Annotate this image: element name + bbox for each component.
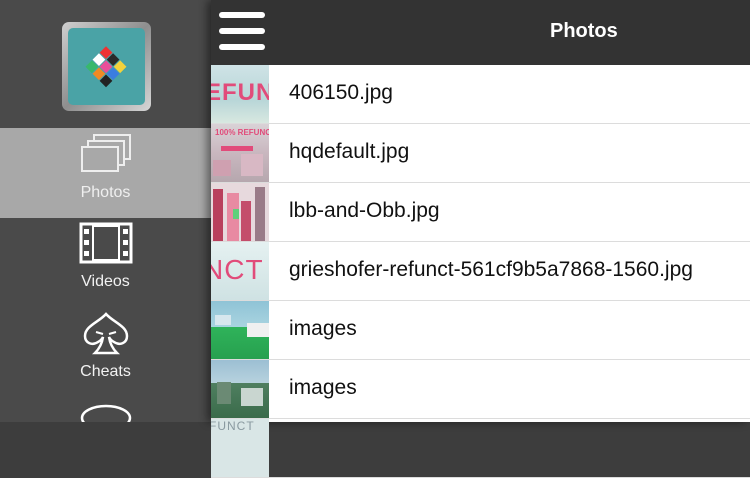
chat-bubble-icon: [79, 402, 133, 444]
page-title: Photos: [550, 20, 618, 42]
file-name: lbb-and-Obb.jpg: [289, 199, 440, 222]
file-name: grieshofer-refunct-561cf9b5a7868-1560.jp…: [289, 258, 693, 281]
file-name: 406150.jpg: [289, 81, 393, 104]
thumbnail: EFUNC: [211, 65, 269, 123]
sidebar-item-label: Cheats: [80, 363, 131, 380]
film-icon: [79, 222, 133, 264]
header: Photos: [211, 0, 750, 65]
main-panel: Photos EFUNC 406150.jpg 100% REFUNCT hqd…: [211, 0, 750, 478]
list-item[interactable]: NCT grieshofer-refunct-561cf9b5a7868-156…: [211, 242, 750, 301]
app-icon[interactable]: [62, 22, 151, 111]
file-name: images: [289, 317, 357, 340]
list-item[interactable]: EFUNC 406150.jpg: [211, 65, 750, 124]
sidebar-item-videos[interactable]: Videos: [0, 218, 211, 308]
list-item[interactable]: images: [211, 301, 750, 360]
thumbnail: 100% REFUNCT: [211, 124, 269, 182]
thumbnail: FUNCT: [211, 419, 269, 477]
thumbnail: [211, 360, 269, 418]
thumbnail: NCT: [211, 242, 269, 300]
spade-icon: [79, 312, 133, 355]
thumbnail: [211, 183, 269, 241]
thumbnail: [211, 301, 269, 359]
thumbnail-text: 100% REFUNCT: [215, 128, 269, 137]
file-name: hqdefault.jpg: [289, 140, 410, 163]
sidebar-item-chat[interactable]: [0, 398, 211, 432]
thumbnail-text: EFUNC: [211, 79, 269, 106]
list-item[interactable]: lbb-and-Obb.jpg: [211, 183, 750, 242]
file-name: images: [289, 376, 357, 399]
sidebar-item-label: Videos: [81, 273, 130, 290]
sidebar-item-cheats[interactable]: Cheats: [0, 308, 211, 398]
file-list: EFUNC 406150.jpg 100% REFUNCT hqdefault.…: [211, 65, 750, 478]
photos-icon: [79, 133, 133, 175]
list-item[interactable]: 100% REFUNCT hqdefault.jpg: [211, 124, 750, 183]
sidebar-item-label: Photos: [80, 184, 131, 201]
list-item[interactable]: FUNCT: [211, 419, 750, 478]
rubiks-cube-app-icon: [68, 28, 145, 105]
hamburger-icon[interactable]: [219, 10, 265, 52]
thumbnail-text: NCT: [211, 254, 264, 285]
sidebar-item-photos[interactable]: Photos: [0, 128, 211, 218]
list-item[interactable]: images: [211, 360, 750, 419]
sidebar: Photos Videos Cheats: [0, 0, 211, 432]
thumbnail-text: FUNCT: [211, 419, 255, 433]
